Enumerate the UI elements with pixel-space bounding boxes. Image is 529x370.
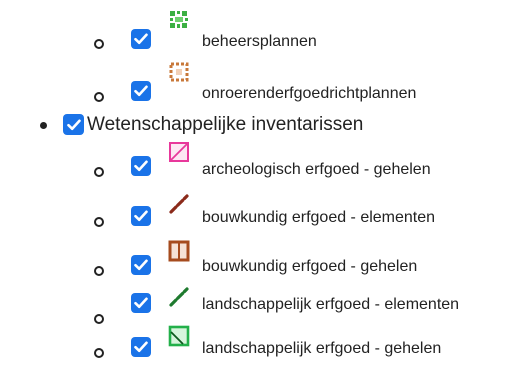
pink-hatched-square-icon xyxy=(168,141,190,168)
list-bullet xyxy=(94,217,104,227)
layer-label: onroerenderfgoedrichtplannen xyxy=(202,85,417,102)
beheersplannen-checkbox[interactable] xyxy=(131,29,151,49)
layer-label: archeologisch erfgoed - gehelen xyxy=(202,161,431,178)
list-bullet xyxy=(94,92,104,102)
list-bullet xyxy=(94,266,104,276)
bouwkundig-gehelen-checkbox[interactable] xyxy=(131,255,151,275)
dark-red-dashed-line-icon xyxy=(168,193,190,220)
green-hatched-square-icon xyxy=(168,325,190,352)
landschappelijk-gehelen-checkbox[interactable] xyxy=(131,337,151,357)
erfgoedrichtplannen-checkbox[interactable] xyxy=(131,81,151,101)
layer-label: beheersplannen xyxy=(202,33,317,50)
beheersplannen-icon xyxy=(169,10,189,35)
green-dashed-line-icon xyxy=(168,286,190,313)
list-bullet xyxy=(40,122,47,129)
list-bullet xyxy=(94,314,104,324)
landschappelijk-elementen-checkbox[interactable] xyxy=(131,293,151,313)
archeologisch-gehelen-checkbox[interactable] xyxy=(131,156,151,176)
layer-label: bouwkundig erfgoed - gehelen xyxy=(202,258,418,275)
wetenschappelijke-inventarissen-checkbox[interactable] xyxy=(63,114,84,135)
list-bullet xyxy=(94,39,104,49)
list-bullet xyxy=(94,348,104,358)
list-bullet xyxy=(94,167,104,177)
brown-outlined-square-icon xyxy=(168,240,190,267)
layer-label: landschappelijk erfgoed - gehelen xyxy=(202,340,442,357)
layer-label: landschappelijk erfgoed - elementen xyxy=(202,296,460,313)
bouwkundig-elementen-checkbox[interactable] xyxy=(131,206,151,226)
erfgoedrichtplannen-icon xyxy=(169,62,189,87)
layer-label: bouwkundig erfgoed - elementen xyxy=(202,209,436,226)
layer-group-label: Wetenschappelijke inventarissen xyxy=(87,114,364,135)
